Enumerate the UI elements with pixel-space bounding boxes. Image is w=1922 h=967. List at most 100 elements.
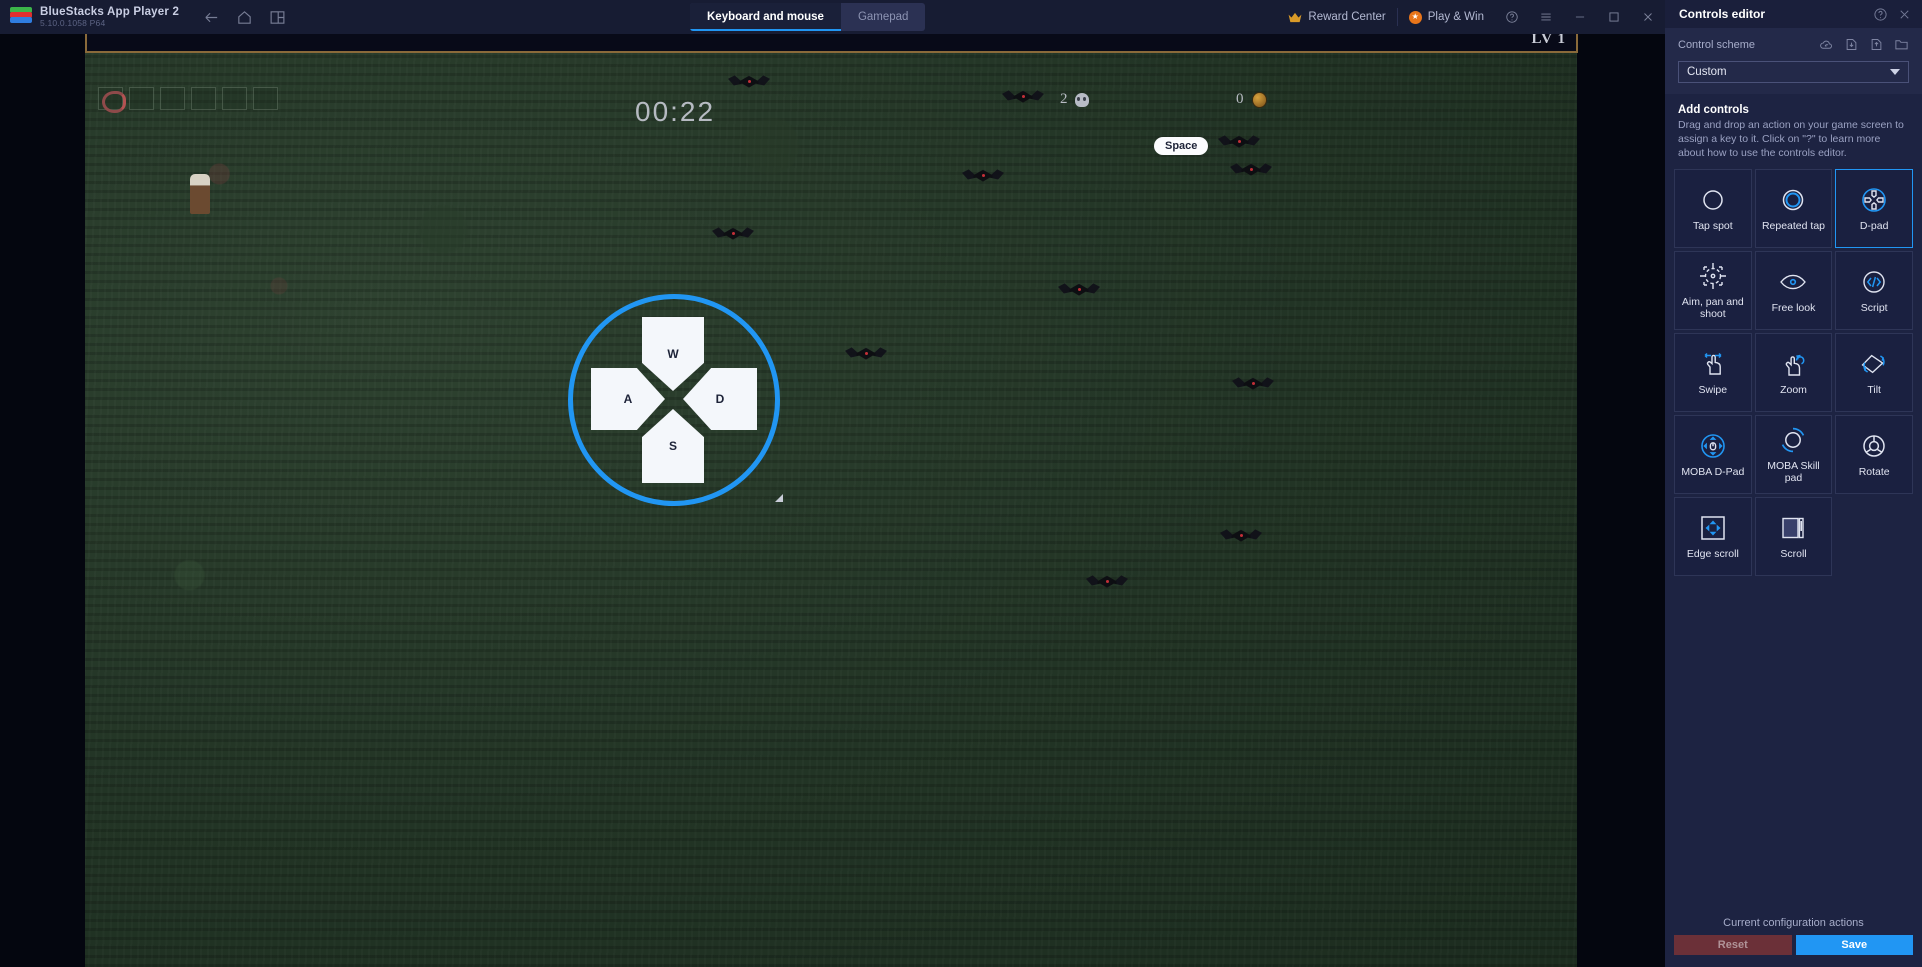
app-version: 5.10.0.1058 P64: [40, 18, 106, 29]
zoom-icon: [1778, 349, 1808, 379]
npc-sprite: [190, 174, 210, 214]
add-controls-title: Add controls: [1678, 104, 1749, 116]
panel-close-icon[interactable]: [1897, 7, 1912, 22]
bluestacks-logo-icon: [10, 7, 32, 27]
control-card-repeated-tap[interactable]: Repeated tap: [1754, 169, 1833, 249]
bluestacks-window: BlueStacks App Player 2 5.10.0.1058 P64 …: [0, 0, 1922, 967]
control-card-label: Rotate: [1858, 465, 1890, 478]
add-controls-description: Drag and drop an action on your game scr…: [1678, 119, 1904, 160]
control-card-label: MOBA D-Pad: [1681, 465, 1745, 478]
control-card-label: Free look: [1771, 301, 1816, 314]
control-card-rotate[interactable]: Rotate: [1835, 415, 1913, 495]
control-card-tilt[interactable]: Tilt: [1835, 333, 1913, 413]
control-card-moba-skill-pad[interactable]: MOBA Skill pad: [1754, 415, 1833, 495]
game-viewport[interactable]: LV 1 00:22 2 0 Space W A D S: [0, 34, 1665, 967]
control-card-label: Scroll: [1780, 547, 1807, 560]
scroll-icon: [1778, 513, 1808, 543]
crown-icon: [1288, 12, 1302, 22]
chevron-down-icon: [1890, 69, 1900, 75]
panel-help-icon[interactable]: [1873, 7, 1888, 22]
back-icon[interactable]: [203, 9, 220, 26]
dpad-key-up-label: W: [667, 347, 679, 361]
script-icon: [1859, 267, 1889, 297]
dpad-overlay[interactable]: W A D S: [568, 294, 783, 506]
controls-editor-panel: Controls editor Control scheme Custom Ad…: [1665, 0, 1922, 967]
control-scheme-select[interactable]: Custom: [1678, 61, 1909, 83]
control-card-label: D-pad: [1859, 219, 1889, 232]
control-card-moba-d-pad[interactable]: MOBA D-Pad: [1674, 415, 1752, 495]
import-icon[interactable]: [1844, 37, 1859, 52]
minimize-icon[interactable]: [1563, 0, 1597, 34]
dpad-resize-handle[interactable]: [775, 494, 783, 502]
folder-icon[interactable]: [1894, 37, 1909, 52]
free-look-icon: [1778, 267, 1808, 297]
maximize-icon[interactable]: [1597, 0, 1631, 34]
skull-icon: [1074, 92, 1089, 107]
control-card-swipe[interactable]: Swipe: [1674, 333, 1752, 413]
coin-count-value: 0: [1236, 91, 1244, 107]
multi-instance-icon[interactable]: [269, 9, 286, 26]
home-icon[interactable]: [236, 9, 253, 26]
export-icon[interactable]: [1869, 37, 1884, 52]
reset-button[interactable]: Reset: [1674, 935, 1792, 955]
mode-tabs: Keyboard and mouse Gamepad: [690, 3, 926, 31]
item-slot: [129, 87, 154, 110]
reward-center-label: Reward Center: [1308, 11, 1386, 23]
control-card-scroll[interactable]: Scroll: [1754, 497, 1833, 577]
dpad-key-left-label: A: [623, 392, 633, 406]
control-scheme-value: Custom: [1687, 66, 1727, 78]
item-slot: [191, 87, 216, 110]
edge-scroll-icon: [1698, 513, 1728, 543]
tab-gamepad[interactable]: Gamepad: [841, 3, 926, 31]
item-slot-bar: [98, 87, 278, 113]
tab-keyboard-and-mouse[interactable]: Keyboard and mouse: [690, 3, 841, 31]
control-scheme-label: Control scheme: [1678, 38, 1756, 51]
tilt-icon: [1859, 349, 1889, 379]
footer-title: Current configuration actions: [1723, 917, 1864, 929]
control-card-zoom[interactable]: Zoom: [1754, 333, 1833, 413]
add-controls-section: Add controls Drag and drop an action on …: [1665, 94, 1922, 160]
app-title-group: BlueStacks App Player 2 5.10.0.1058 P64: [40, 6, 179, 28]
aim-pan-shoot-icon: [1698, 261, 1728, 291]
close-icon[interactable]: [1631, 0, 1665, 34]
moba-dpad-icon: [1698, 431, 1728, 461]
control-card-label: Tap spot: [1692, 219, 1733, 232]
control-card-label: Edge scroll: [1686, 547, 1739, 560]
star-badge-icon: ★: [1408, 10, 1422, 24]
control-card-edge-scroll[interactable]: Edge scroll: [1674, 497, 1752, 577]
save-button[interactable]: Save: [1795, 935, 1913, 955]
rotate-icon: [1859, 431, 1889, 461]
repeated-tap-icon: [1778, 185, 1808, 215]
coin-icon: [1251, 91, 1267, 108]
space-key-tag[interactable]: Space: [1154, 137, 1209, 155]
panel-title: Controls editor: [1679, 7, 1765, 21]
control-card-script[interactable]: Script: [1835, 251, 1913, 331]
control-scheme-section: Control scheme Custom: [1665, 28, 1922, 94]
game-timer: 00:22: [635, 96, 716, 127]
control-card-label: Swipe: [1698, 383, 1728, 396]
control-card-tap-spot[interactable]: Tap spot: [1674, 169, 1752, 249]
help-icon[interactable]: [1495, 0, 1529, 34]
control-card-label: Tilt: [1867, 383, 1881, 396]
tap-spot-icon: [1698, 185, 1728, 215]
nav-icon-group: [203, 9, 286, 26]
play-and-win-button[interactable]: ★ Play & Win: [1398, 0, 1495, 34]
dpad-key-right-label: D: [715, 392, 725, 406]
play-and-win-label: Play & Win: [1427, 11, 1484, 23]
app-name: BlueStacks App Player 2: [40, 6, 180, 18]
control-card-free-look[interactable]: Free look: [1754, 251, 1833, 331]
cloud-sync-icon[interactable]: [1819, 37, 1834, 52]
kill-counter: 2: [1060, 91, 1089, 108]
panel-footer: Current configuration actions Reset Save: [1665, 907, 1922, 967]
reward-center-button[interactable]: Reward Center: [1277, 0, 1396, 34]
control-card-d-pad[interactable]: D-pad: [1835, 169, 1913, 249]
menu-icon[interactable]: [1529, 0, 1563, 34]
panel-header: Controls editor: [1665, 0, 1922, 28]
game-background: [85, 34, 1577, 967]
titlebar-right-group: Reward Center ★ Play & Win: [1277, 0, 1665, 34]
control-card-label: Zoom: [1780, 383, 1807, 396]
level-indicator: LV 1: [1531, 34, 1566, 47]
item-slot: [253, 87, 278, 110]
control-card-aim-pan-and-shoot[interactable]: Aim, pan and shoot: [1674, 251, 1752, 331]
coin-counter: 0: [1236, 91, 1267, 108]
